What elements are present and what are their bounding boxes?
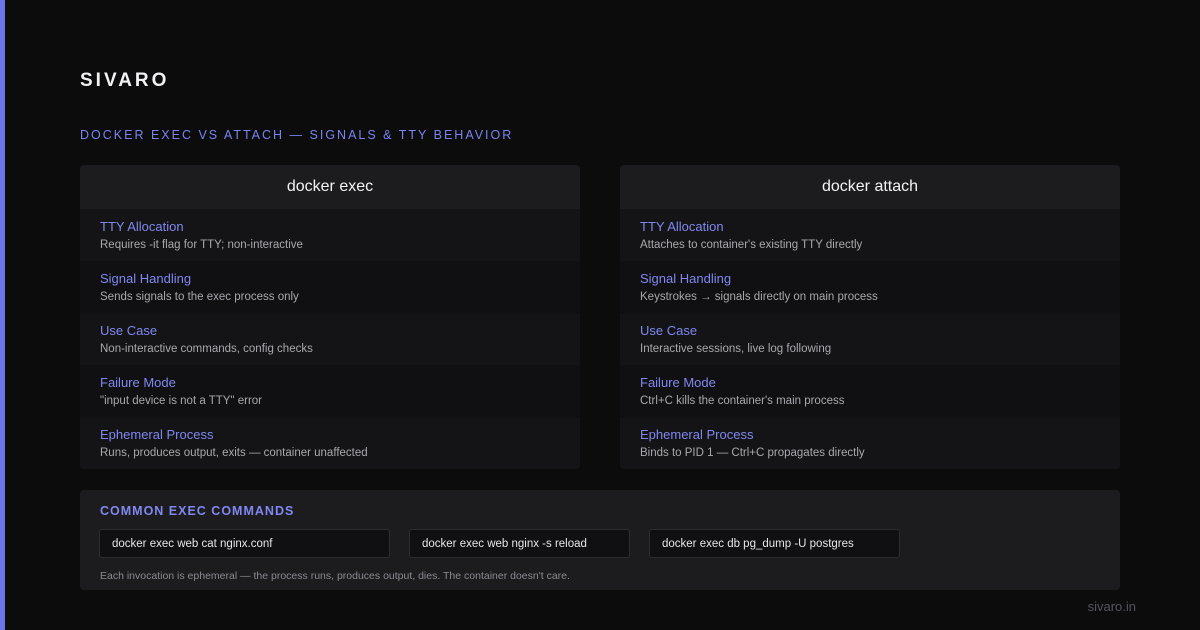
comparison-row: Ephemeral Process Runs, produces output,… xyxy=(80,417,580,469)
comparison-row: Ephemeral Process Binds to PID 1 — Ctrl+… xyxy=(620,417,1120,469)
row-label: Signal Handling xyxy=(100,271,192,286)
row-label: Ephemeral Process xyxy=(640,427,754,442)
command-chip: docker exec web nginx -s reload xyxy=(409,529,630,558)
commands-panel: COMMON EXEC COMMANDS docker exec web cat… xyxy=(80,490,1120,590)
row-description: Ctrl+C kills the container's main proces… xyxy=(640,395,845,407)
row-label: Failure Mode xyxy=(640,375,716,390)
panel-title: COMMON EXEC COMMANDS xyxy=(100,504,295,518)
comparison-row: TTY Allocation Requires -it flag for TTY… xyxy=(80,209,580,261)
row-description: Keystrokes → signals directly on main pr… xyxy=(640,291,878,303)
row-description: Non-interactive commands, config checks xyxy=(100,343,313,355)
row-description: Interactive sessions, live log following xyxy=(640,343,832,355)
row-label: Use Case xyxy=(100,323,158,338)
comparison-row: Failure Mode Ctrl+C kills the container'… xyxy=(620,365,1120,417)
row-label: TTY Allocation xyxy=(640,219,724,234)
column-title: docker attach xyxy=(620,165,1120,209)
comparison-row: Failure Mode "input device is not a TTY"… xyxy=(80,365,580,417)
comparison-row: Use Case Non-interactive commands, confi… xyxy=(80,313,580,365)
column-docker-attach: docker attach TTY Allocation Attaches to… xyxy=(620,165,1120,469)
row-description: Runs, produces output, exits — container… xyxy=(100,447,368,459)
panel-note: Each invocation is ephemeral — the proce… xyxy=(100,570,570,582)
row-description: Binds to PID 1 — Ctrl+C propagates direc… xyxy=(640,447,865,459)
row-label: Signal Handling xyxy=(640,271,732,286)
row-description: "input device is not a TTY" error xyxy=(100,395,262,407)
row-label: Use Case xyxy=(640,323,698,338)
comparison-row: Use Case Interactive sessions, live log … xyxy=(620,313,1120,365)
row-description: Attaches to container's existing TTY dir… xyxy=(640,239,863,251)
footer-url: sivaro.in xyxy=(1087,599,1136,614)
command-chip: docker exec web cat nginx.conf xyxy=(99,529,390,558)
row-label: TTY Allocation xyxy=(100,219,184,234)
column-docker-exec: docker exec TTY Allocation Requires -it … xyxy=(80,165,580,469)
comparison-row: Signal Handling Keystrokes → signals dir… xyxy=(620,261,1120,313)
comparison-row: TTY Allocation Attaches to container's e… xyxy=(620,209,1120,261)
page-subtitle: DOCKER EXEC VS ATTACH — SIGNALS & TTY BE… xyxy=(80,128,514,142)
row-label: Failure Mode xyxy=(100,375,176,390)
row-description: Sends signals to the exec process only xyxy=(100,291,299,303)
row-description: Requires -it flag for TTY; non-interacti… xyxy=(100,239,303,251)
accent-bar xyxy=(0,0,5,630)
command-chip: docker exec db pg_dump -U postgres xyxy=(649,529,900,558)
row-label: Ephemeral Process xyxy=(100,427,214,442)
brand-logo: SIVARO xyxy=(80,70,170,91)
comparison-row: Signal Handling Sends signals to the exe… xyxy=(80,261,580,313)
column-title: docker exec xyxy=(80,165,580,209)
